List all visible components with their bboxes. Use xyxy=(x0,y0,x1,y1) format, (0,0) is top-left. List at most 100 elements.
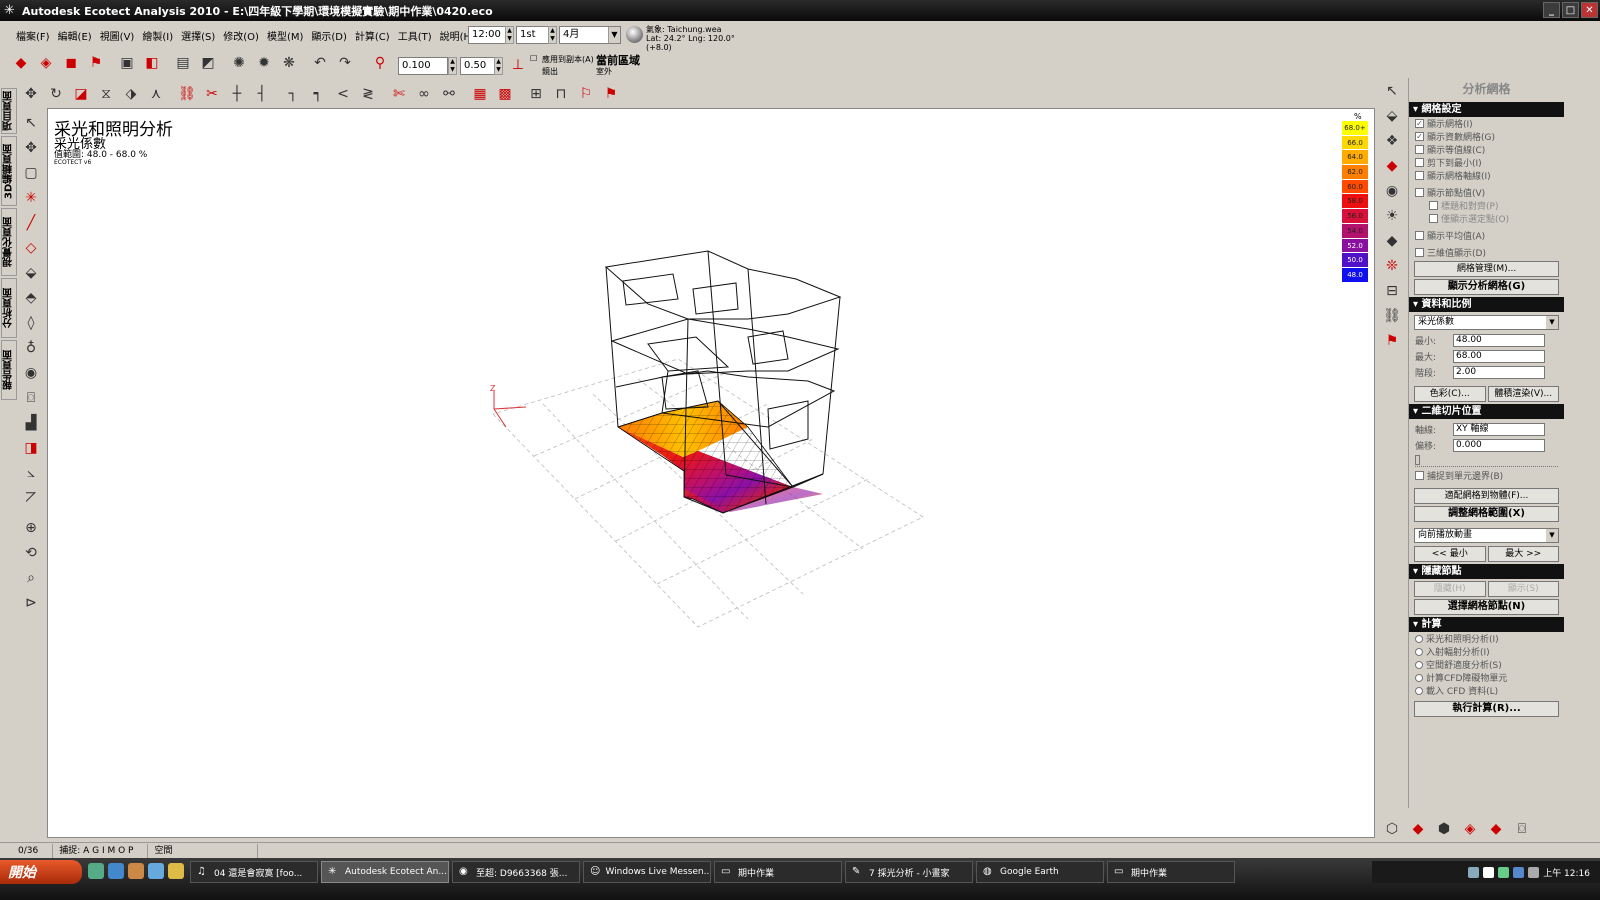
cut-icon[interactable]: ✄ xyxy=(388,83,410,105)
corner-icon[interactable]: ┐ xyxy=(282,83,304,105)
time-spinner[interactable]: ▲ ▼ xyxy=(505,26,514,44)
particles-panel-icon[interactable]: ❊ xyxy=(1380,255,1404,277)
task-paint[interactable]: ✎ 7 採光分析 - 小畫家 xyxy=(845,861,973,883)
tray-icon[interactable] xyxy=(1468,866,1480,878)
media-icon[interactable] xyxy=(128,863,144,879)
menu-draw[interactable]: 繪製(I) xyxy=(138,28,177,43)
visual-panel-icon[interactable]: ◉ xyxy=(1380,180,1404,202)
rotate-view-icon[interactable]: ⟲ xyxy=(20,542,42,564)
export-panel-icon[interactable]: ⚑ xyxy=(1380,330,1404,352)
close-button[interactable]: ✕ xyxy=(1581,2,1598,18)
snap-spacing-input[interactable]: 0.50 xyxy=(460,57,496,75)
volume-panel-icon[interactable]: ⊟ xyxy=(1380,280,1404,302)
move-icon[interactable]: ✥ xyxy=(20,83,42,105)
group-icon[interactable]: ▦ xyxy=(469,83,491,105)
axis-select[interactable]: XY 軸線 xyxy=(1453,423,1545,436)
volume-render-button[interactable]: 體積渲染(V)... xyxy=(1487,386,1559,402)
scale-icon[interactable]: ◪ xyxy=(70,83,92,105)
snap-status[interactable]: 捕捉: A G I M O P xyxy=(53,843,149,858)
animation-select[interactable]: 向前播放動畫 ▼ xyxy=(1414,528,1559,543)
minimize-button[interactable]: _ xyxy=(1543,2,1560,18)
render-icon[interactable]: ▣ xyxy=(116,52,138,74)
selection-panel-icon[interactable]: ↖ xyxy=(1380,80,1404,102)
properties-icon[interactable]: ◩ xyxy=(197,52,219,74)
undo-icon[interactable]: ↶ xyxy=(309,52,331,74)
task-messenger[interactable]: ☺ Windows Live Messen... xyxy=(583,861,711,883)
window-draw-icon[interactable]: ◨ xyxy=(20,437,42,459)
orbit-icon[interactable]: ⊕ xyxy=(20,517,42,539)
shaded-icon[interactable]: ◆ xyxy=(1406,818,1430,840)
goto-min-button[interactable]: << 最小 xyxy=(1414,546,1486,562)
tab-3d-editor[interactable]: 3D編輯頁面 xyxy=(1,136,17,206)
link-icon[interactable]: ⛓ xyxy=(176,83,198,105)
show-grid-checkbox[interactable]: ✓ 顯示網格(I) xyxy=(1409,117,1564,130)
polyline-icon[interactable]: ⦣ xyxy=(20,462,42,484)
clip-to-min-checkbox[interactable]: 剪下到最小(I) xyxy=(1409,156,1564,169)
data-type-select[interactable]: 采光係數 ▼ xyxy=(1414,315,1559,330)
extrude-icon[interactable]: ⬗ xyxy=(120,83,142,105)
calc-option[interactable]: 載入 CFD 資料(L) xyxy=(1409,684,1564,697)
shading-icon[interactable]: ✹ xyxy=(253,52,275,74)
show-contours-checkbox[interactable]: 顯示等值線(C) xyxy=(1409,143,1564,156)
perspective-icon[interactable]: ⬢ xyxy=(1432,818,1456,840)
section-hidden-nodes[interactable]: ▾ 隱藏節點 xyxy=(1409,564,1564,579)
calc-option[interactable]: 計算CFD障礙物單元 xyxy=(1409,671,1564,684)
pan-icon[interactable]: ✥ xyxy=(20,137,42,159)
camera-icon[interactable]: ⌼ xyxy=(20,387,42,409)
calc-option[interactable]: 入射輻射分析(I) xyxy=(1409,645,1564,658)
grid-spacing-input[interactable]: 0.100 xyxy=(398,57,448,75)
hide-button[interactable]: 隱藏(H) xyxy=(1414,581,1486,597)
axis-icon[interactable]: ⊥ xyxy=(507,54,529,76)
surface-icon[interactable]: ◊ xyxy=(20,312,42,334)
snap-cells-checkbox[interactable]: 捕捉到單元邊界(B) xyxy=(1409,469,1564,482)
snap-spacing-spinner[interactable]: ▲ ▼ xyxy=(494,57,503,75)
tab-project[interactable]: 項目頁面 xyxy=(1,88,17,134)
sun-settings-icon[interactable]: ✺ xyxy=(228,52,250,74)
zone-panel-icon[interactable]: ⬙ xyxy=(1380,105,1404,127)
task-folder[interactable]: ▭ 期中作業 xyxy=(714,861,842,883)
hidden-line-icon[interactable]: ◈ xyxy=(1458,818,1482,840)
apply-to-copy-checkbox[interactable]: ☐ xyxy=(530,54,537,63)
building-model-scene[interactable]: Z xyxy=(48,109,1374,837)
fit-grid-button[interactable]: 適配網格到物體(F)... xyxy=(1414,488,1559,504)
maximize-button[interactable]: □ xyxy=(1562,2,1579,18)
roof-icon[interactable]: ⬘ xyxy=(20,287,42,309)
pointer-icon[interactable]: ↖ xyxy=(20,112,42,134)
clock[interactable]: 上午 12:16 xyxy=(1543,866,1590,879)
show-button[interactable]: 顯示(S) xyxy=(1487,581,1559,597)
marker-icon[interactable]: ⚑ xyxy=(600,83,622,105)
menu-select[interactable]: 選擇(S) xyxy=(177,28,219,43)
volume-icon[interactable] xyxy=(1528,866,1540,878)
day-spinner[interactable]: ▲ ▼ xyxy=(548,26,557,44)
table-icon[interactable]: ⊞ xyxy=(525,83,547,105)
security-icon[interactable] xyxy=(1513,866,1525,878)
light-icon[interactable]: ♁ xyxy=(20,337,42,359)
appliance-icon[interactable]: ▟ xyxy=(20,412,42,434)
layers-icon[interactable]: ▤ xyxy=(172,52,194,74)
menu-calculate[interactable]: 計算(C) xyxy=(351,28,394,43)
ie-icon[interactable] xyxy=(148,863,164,879)
start-button[interactable]: 開始 xyxy=(0,860,82,884)
min-input[interactable]: 48.00 xyxy=(1453,334,1545,347)
task-folder-2[interactable]: ▭ 期中作業 xyxy=(1107,861,1235,883)
model-viewport[interactable]: 采光和照明分析 采光係數 值範圍: 48.0 - 68.0 % ECOTECT … xyxy=(47,108,1375,838)
chain-icon[interactable]: ∞ xyxy=(413,83,435,105)
show-selected-checkbox[interactable]: 僅顯示選定點(O) xyxy=(1409,212,1564,225)
task-chrome[interactable]: ◉ 至超: D9663368 張... xyxy=(452,861,580,883)
section-grid-settings[interactable]: ▾ 網格設定 xyxy=(1409,102,1564,117)
time-input[interactable]: 12:00 xyxy=(468,26,506,44)
menu-modify[interactable]: 修改(O) xyxy=(219,28,263,43)
day-input[interactable]: 1st xyxy=(516,26,552,44)
chrome-icon[interactable] xyxy=(168,863,184,879)
line-join-icon[interactable]: ┤ xyxy=(251,83,273,105)
menu-view[interactable]: 視圖(V) xyxy=(96,28,139,43)
task-ecotect[interactable]: ✳ Autodesk Ecotect An... xyxy=(321,861,449,883)
magnet-icon[interactable]: ⚲ xyxy=(369,52,391,74)
color-button[interactable]: 色彩(C)... xyxy=(1414,386,1486,402)
mirror-icon[interactable]: ⧖ xyxy=(95,83,117,105)
wind-icon[interactable]: ❋ xyxy=(278,52,300,74)
export-icon[interactable]: ⚑ xyxy=(85,52,107,74)
section-calculate[interactable]: ▾ 計算 xyxy=(1409,617,1564,632)
browser-icon[interactable] xyxy=(108,863,124,879)
unlink-icon[interactable]: ⚯ xyxy=(438,83,460,105)
